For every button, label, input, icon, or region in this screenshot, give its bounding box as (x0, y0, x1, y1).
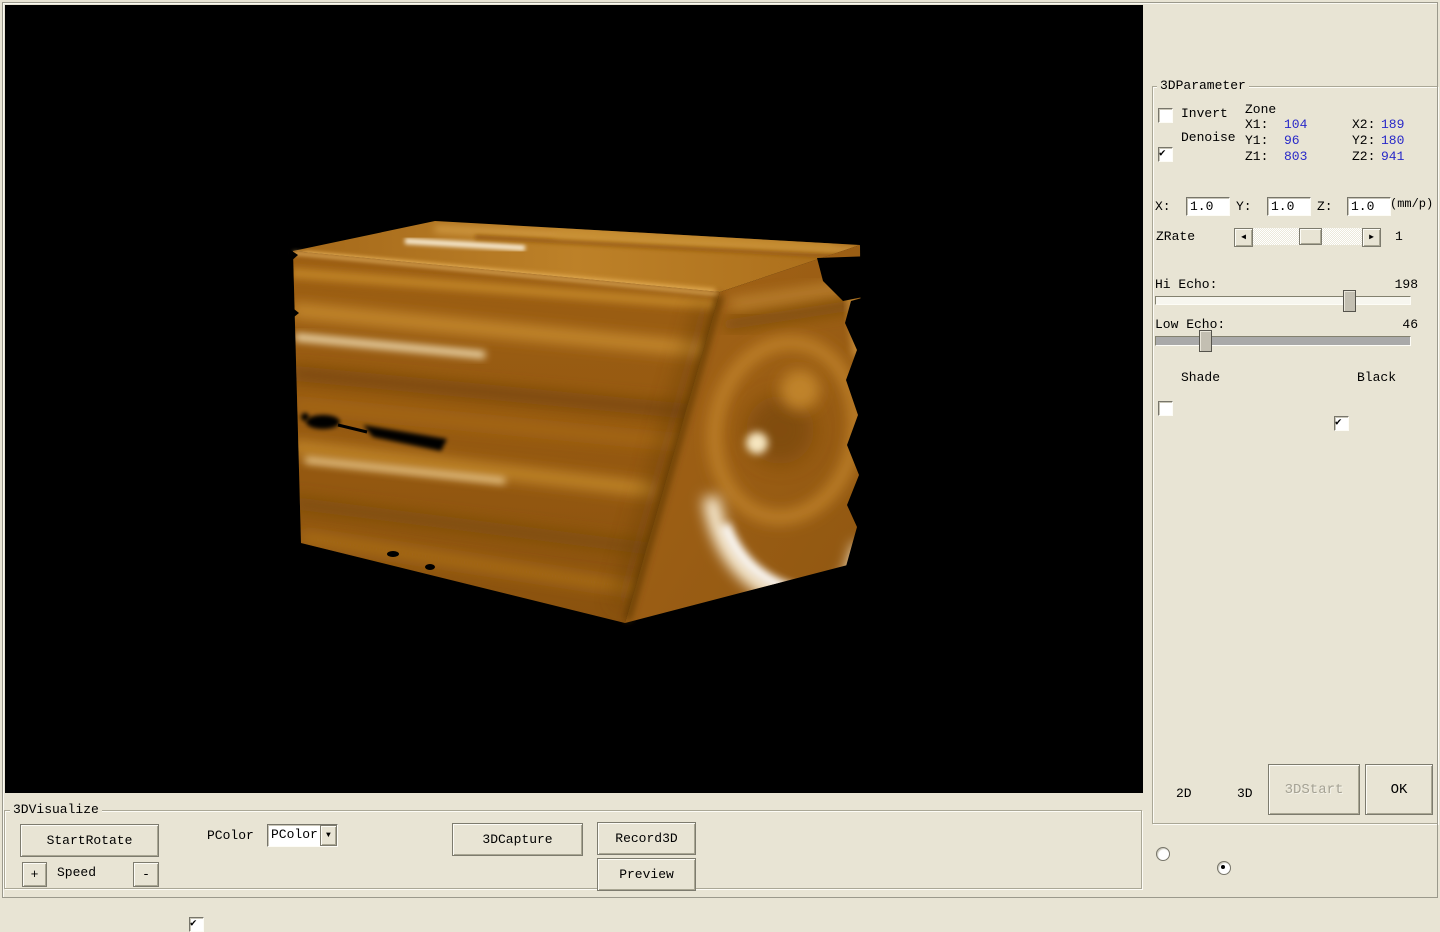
z-scale-input[interactable] (1347, 197, 1391, 216)
zone-y1-label: Y1: (1245, 134, 1268, 148)
start-rotate-button[interactable]: StartRotate (20, 824, 159, 857)
hi-echo-label: Hi Echo: (1155, 278, 1217, 292)
pcolor-dropdown[interactable]: PColor ▼ (267, 824, 338, 847)
hi-echo-value: 198 (1356, 278, 1418, 292)
invert-checkbox[interactable] (1158, 108, 1173, 123)
zrate-track[interactable] (1253, 228, 1362, 245)
zone-z2-label: Z2: (1352, 150, 1375, 164)
hi-echo-track[interactable] (1155, 296, 1411, 305)
z-scale-label: Z: (1317, 200, 1333, 214)
volume-render-3d (5, 5, 1143, 793)
hi-echo-thumb[interactable] (1343, 290, 1356, 312)
zrate-value: 1 (1395, 230, 1403, 244)
zrate-right-arrow-icon[interactable]: ▶ (1362, 228, 1381, 247)
pcolor-checkbox[interactable] (189, 917, 204, 932)
zone-y2-value: 180 (1381, 134, 1404, 148)
parameter-group-title: 3DParameter (1157, 79, 1249, 92)
zone-y2-label: Y2: (1352, 134, 1375, 148)
zone-z1-label: Z1: (1245, 150, 1268, 164)
zrate-thumb[interactable] (1299, 228, 1322, 245)
speed-minus-button[interactable]: - (133, 862, 159, 887)
capture3d-button[interactable]: 3DCapture (452, 823, 583, 856)
zone-x1-label: X1: (1245, 118, 1268, 132)
denoise-label: Denoise (1181, 131, 1236, 145)
x-scale-input[interactable] (1186, 197, 1230, 216)
scale-unit-label: (mm/p) (1390, 197, 1433, 211)
start3d-button[interactable]: 3DStart (1268, 764, 1360, 815)
x-scale-label: X: (1155, 200, 1171, 214)
shade-checkbox[interactable] (1158, 401, 1173, 416)
preview-button[interactable]: Preview (597, 858, 696, 891)
black-label: Black (1357, 371, 1396, 385)
chevron-down-icon[interactable]: ▼ (320, 825, 337, 846)
zone-z2-value: 941 (1381, 150, 1404, 164)
low-echo-label: Low Echo: (1155, 318, 1225, 332)
zrate-left-arrow-icon[interactable]: ◀ (1234, 228, 1253, 247)
y-scale-label: Y: (1236, 200, 1252, 214)
zone-z1-value: 803 (1284, 150, 1307, 164)
y-scale-input[interactable] (1267, 197, 1311, 216)
mode-3d-label: 3D (1237, 787, 1253, 801)
low-echo-value: 46 (1356, 318, 1418, 332)
visualize-group-title: 3DVisualize (10, 803, 102, 816)
zrate-scrollbar[interactable]: ◀ ▶ (1234, 228, 1381, 245)
denoise-checkbox[interactable] (1158, 147, 1173, 162)
zrate-label: ZRate (1156, 230, 1195, 244)
pcolor-dropdown-value: PColor (268, 825, 320, 846)
mode-2d-label: 2D (1176, 787, 1192, 801)
render-viewport[interactable] (5, 5, 1143, 793)
record3d-button[interactable]: Record3D (597, 822, 696, 855)
ok-button[interactable]: OK (1365, 764, 1433, 815)
speed-plus-button[interactable]: + (22, 862, 47, 887)
speed-label: Speed (57, 866, 96, 880)
black-checkbox[interactable] (1334, 416, 1349, 431)
mode-3d-radio[interactable] (1217, 861, 1231, 875)
zone-title: Zone (1245, 103, 1276, 117)
invert-label: Invert (1181, 107, 1228, 121)
pcolor-label: PColor (207, 829, 254, 843)
zone-x2-label: X2: (1352, 118, 1375, 132)
low-echo-thumb[interactable] (1199, 330, 1212, 352)
zone-x2-value: 189 (1381, 118, 1404, 132)
zone-x1-value: 104 (1284, 118, 1307, 132)
low-echo-track[interactable] (1155, 336, 1411, 346)
zone-y1-value: 96 (1284, 134, 1300, 148)
shade-label: Shade (1181, 371, 1220, 385)
mode-2d-radio[interactable] (1156, 847, 1170, 861)
